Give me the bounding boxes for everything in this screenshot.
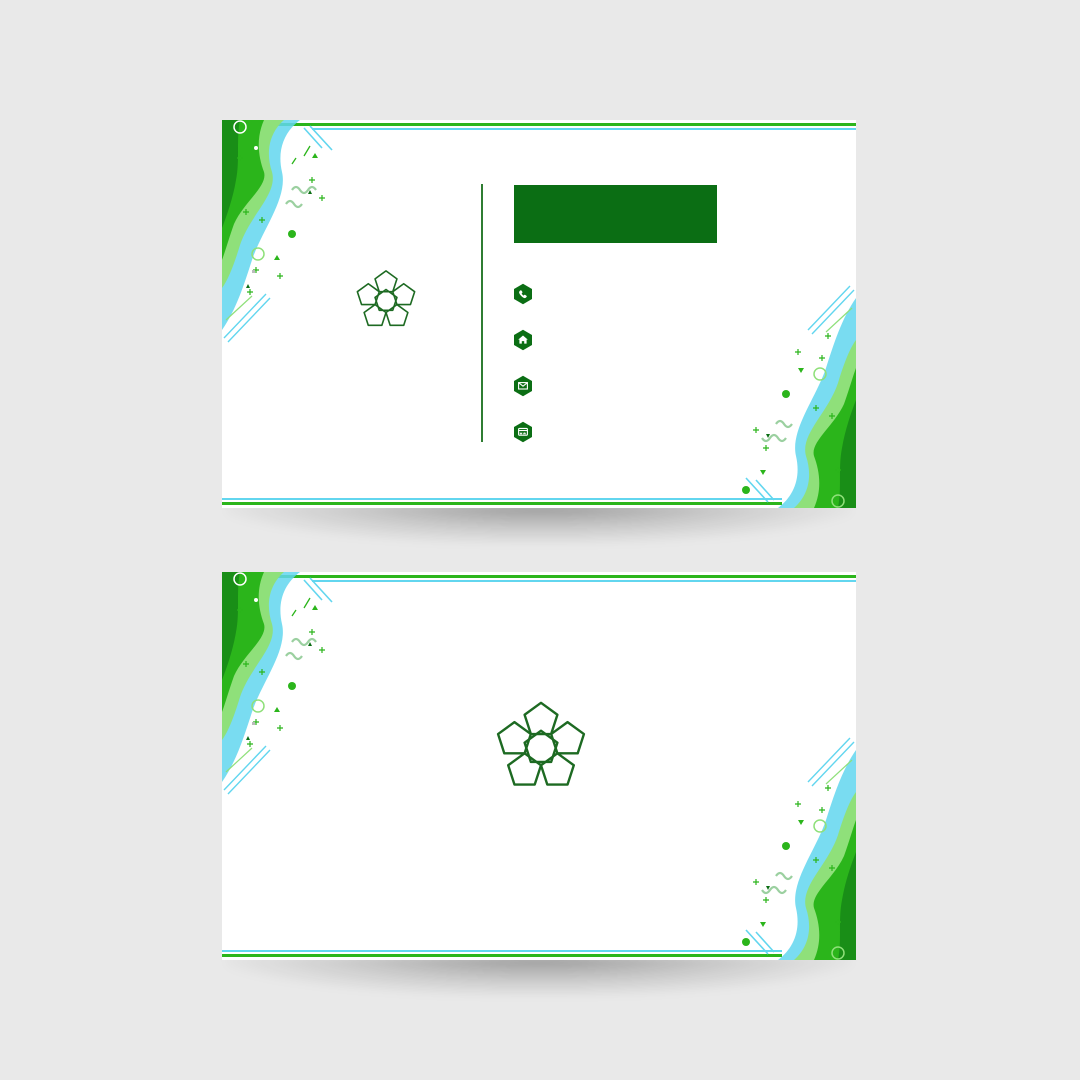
card-front-decoration xyxy=(222,120,856,508)
logo-petal-pentagon xyxy=(391,282,416,306)
business-card-back xyxy=(222,572,856,960)
business-card-front xyxy=(222,120,856,508)
logo-petal-pentagon xyxy=(506,752,543,786)
web-icon xyxy=(513,421,533,443)
logo-pentagon-flower-icon xyxy=(356,270,416,327)
home-icon xyxy=(513,329,533,351)
logo-petal-pentagon xyxy=(539,752,576,786)
phone-icon xyxy=(513,283,533,305)
logo-petal-pentagon xyxy=(385,303,409,327)
card-front-shadow xyxy=(226,504,852,544)
vertical-divider xyxy=(481,184,483,442)
logo-petal-pentagon xyxy=(374,270,398,293)
logo-petal-pentagon xyxy=(363,303,387,327)
logo-pentagon-flower-icon xyxy=(496,701,586,786)
card-back-shadow xyxy=(226,956,852,996)
name-block xyxy=(514,185,717,243)
logo-petal-pentagon xyxy=(356,282,381,306)
mail-icon xyxy=(513,375,533,397)
logo-petal-pentagon xyxy=(549,720,586,755)
logo-petal-pentagon xyxy=(496,720,533,755)
logo-petal-pentagon xyxy=(523,701,559,736)
